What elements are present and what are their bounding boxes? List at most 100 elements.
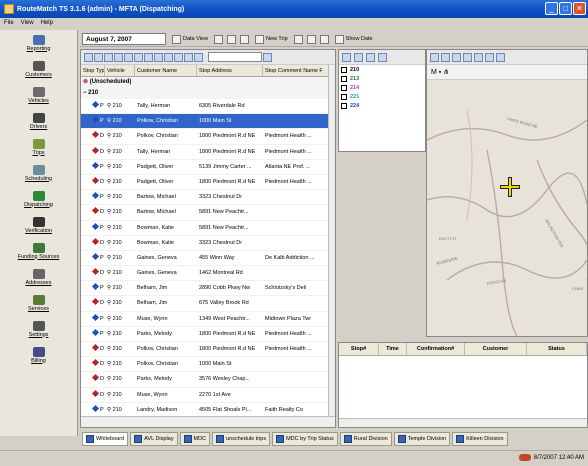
map-zoom-box-icon[interactable] <box>463 52 472 62</box>
sidebar-item-billing[interactable]: Billing <box>0 342 77 368</box>
table-row[interactable]: D ⚲ 210 Muse, Wynn 2270 1st Ave <box>81 388 335 403</box>
sidebar-item-customers[interactable]: Customers <box>0 56 77 82</box>
col-customer-name[interactable]: Customer Name <box>135 65 197 76</box>
grid-tool-12-icon[interactable] <box>194 52 203 62</box>
col-vehicle[interactable]: Vehicle <box>105 65 135 76</box>
table-row[interactable]: D ⚲ 210 Tally, Herman 1800 Piedmont R.d NE P… <box>81 145 335 160</box>
table-row[interactable]: P ⚲ 210 Gaines, Geneva 455 Winn Way De Kalb … <box>81 251 335 267</box>
vehicle-tool-2-icon[interactable] <box>354 52 363 62</box>
map-canvas[interactable]: PIKES ROAD NE EASTTST ARLINGTON TER RIVE… <box>427 80 587 336</box>
sidebar-item-scheduling[interactable]: Scheduling <box>0 160 77 186</box>
sidebar-item-settings[interactable]: Settings <box>0 316 77 342</box>
minimize-button[interactable]: _ <box>545 2 558 15</box>
route-icon[interactable] <box>306 34 316 44</box>
map-settings-icon[interactable] <box>496 52 505 62</box>
table-row[interactable]: P ⚲ 210 Parks, Melody 1800 Piedmont R.d NE P… <box>81 327 335 342</box>
grid-tool-8-icon[interactable] <box>154 52 163 62</box>
vehicle-list-item[interactable]: 214 <box>339 83 425 92</box>
tab-mdc-by-trip-status[interactable]: MDC by Trip Status <box>272 432 338 446</box>
data-view-button[interactable]: Data View <box>170 33 210 45</box>
table-row[interactable]: P ⚲ 210 Bartow, Michael 3323 Chestnut Dr <box>81 190 335 206</box>
close-button[interactable]: ✕ <box>573 2 586 15</box>
vehicle-list-item[interactable]: 221 <box>339 92 425 101</box>
sidebar-item-addresses[interactable]: Addresses <box>0 264 77 290</box>
grid-tool-9-icon[interactable] <box>164 52 173 62</box>
sidebar-item-verification[interactable]: Verification <box>0 212 77 238</box>
show-date-button[interactable]: Show Date <box>333 33 375 45</box>
tray-icon[interactable] <box>518 454 531 461</box>
sidebar-item-funding-sources[interactable]: Funding Sources <box>0 238 77 264</box>
table-row[interactable]: D ⚲ 210 Belham, Jim 675 Valley Brook Rd <box>81 296 335 312</box>
grid-tool-11-icon[interactable] <box>184 52 193 62</box>
sidebar-item-drivers[interactable]: Drivers <box>0 108 77 134</box>
grid-search-input[interactable] <box>208 52 262 62</box>
map-pan-icon[interactable] <box>430 52 439 62</box>
vehicle-tool-1-icon[interactable] <box>342 52 351 62</box>
menu-view[interactable]: View <box>21 20 34 26</box>
vehicle-checkbox[interactable] <box>341 93 347 100</box>
date-picker[interactable]: August 7, 2007 <box>82 33 166 45</box>
print-icon[interactable] <box>226 34 236 44</box>
menu-file[interactable]: File <box>4 20 14 26</box>
vehicle-location-marker[interactable] <box>500 177 520 197</box>
delete-icon[interactable] <box>239 34 249 44</box>
vehicle-list-item[interactable]: 213 <box>339 74 425 83</box>
col-time[interactable]: Time <box>379 343 407 355</box>
new-trip-button[interactable]: New Trip <box>253 33 290 45</box>
sidebar-item-services[interactable]: Services <box>0 290 77 316</box>
sidebar-item-trips[interactable]: Trips <box>0 134 77 160</box>
grid-vertical-scrollbar[interactable] <box>328 65 335 417</box>
map-navigate-icon[interactable]: M ▪ ⋔ <box>431 69 449 76</box>
table-row[interactable]: D ⚲ 210 Parks, Melody 3576 Wesley Chap... <box>81 372 335 388</box>
grid-tool-7-icon[interactable] <box>144 52 153 62</box>
table-row[interactable]: D ⚲ 210 Bartow, Michael 5891 New Peachtr... <box>81 205 335 221</box>
col-stop-number[interactable]: Stop# <box>339 343 379 355</box>
tab-unschedule-trips[interactable]: unschedule trips <box>212 432 271 446</box>
table-row[interactable]: D ⚲ 210 Polkov, Christian 1000 Main St <box>81 357 335 373</box>
tab-temple-division[interactable]: Temple Division <box>393 432 451 446</box>
grid-tool-3-icon[interactable] <box>104 52 113 62</box>
group-unscheduled[interactable]: ⊗ (Unscheduled) <box>81 77 335 88</box>
vehicle-tool-3-icon[interactable] <box>366 52 375 62</box>
grid-tool-2-icon[interactable] <box>94 52 103 62</box>
table-row[interactable]: D ⚲ 210 Gaines, Geneva 1462 Montreal Rd <box>81 266 335 282</box>
table-row[interactable]: P ⚲ 210 Padgett, Oliver 5139 Jimmy Carter .… <box>81 160 335 175</box>
vehicle-checkbox[interactable] <box>341 102 347 109</box>
sidebar-item-dispatching[interactable]: Dispatching <box>0 186 77 212</box>
grid-tool-10-icon[interactable] <box>174 52 183 62</box>
menu-help[interactable]: Help <box>41 20 53 26</box>
map-layers-icon[interactable] <box>485 52 494 62</box>
col-customer[interactable]: Customer <box>465 343 527 355</box>
table-row[interactable]: P ⚲ 210 Bowman, Katie 5891 New Peachtr... <box>81 221 335 236</box>
grid-tool-6-icon[interactable] <box>134 52 143 62</box>
tab-whiteboard[interactable]: Whiteboard <box>82 432 129 446</box>
tab-rural-division[interactable]: Rural Division <box>339 432 392 446</box>
grid-tool-1-icon[interactable] <box>84 52 93 62</box>
col-confirmation[interactable]: Confirmation# <box>407 343 465 355</box>
col-stop-address[interactable]: Stop Address <box>197 65 263 76</box>
grid-horizontal-scrollbar[interactable] <box>81 416 335 427</box>
vehicle-list-item[interactable]: 224 <box>339 101 425 110</box>
table-row[interactable]: P ⚲ 210 Tally, Herman 6305 Riverdale Rd <box>81 99 335 115</box>
col-stop-comment[interactable]: Stop Comment Name F <box>263 65 329 76</box>
grid-tool-5-icon[interactable] <box>124 52 133 62</box>
sidebar-item-vehicles[interactable]: Vehicles <box>0 82 77 108</box>
filter-icon[interactable] <box>293 34 303 44</box>
table-row[interactable]: D ⚲ 210 Polkov, Christian 1800 Piedmont R.d… <box>81 129 335 145</box>
table-row[interactable]: P ⚲ 210 Belham, Jim 2890 Cobb Pkwy Nw Schlot… <box>81 281 335 297</box>
grid-icon[interactable] <box>213 34 223 44</box>
tab-mdc[interactable]: MDC <box>179 432 211 446</box>
tab-avl-display[interactable]: AVL Display <box>130 432 178 446</box>
tab-killeen-division[interactable]: Killeen Division <box>452 432 508 446</box>
vehicle-tool-4-icon[interactable] <box>378 52 387 62</box>
table-row[interactable]: P ⚲ 210 Muse, Wynn 1349 West Peachtr... Midt… <box>81 312 335 327</box>
search-icon[interactable] <box>263 52 272 62</box>
table-row[interactable]: D ⚲ 210 Padgett, Oliver 1800 Piedmont R.d N… <box>81 175 335 191</box>
report-icon[interactable] <box>319 34 329 44</box>
map-zoom-out-icon[interactable] <box>452 52 461 62</box>
table-row[interactable]: P ⚲ 210 Polkov, Christian 1000 Main St <box>81 114 335 130</box>
vehicle-list-item[interactable]: 210 <box>339 65 425 74</box>
map-full-extent-icon[interactable] <box>474 52 483 62</box>
col-stop-type[interactable]: Stop Type <box>81 65 105 76</box>
vehicle-checkbox[interactable] <box>341 66 347 73</box>
